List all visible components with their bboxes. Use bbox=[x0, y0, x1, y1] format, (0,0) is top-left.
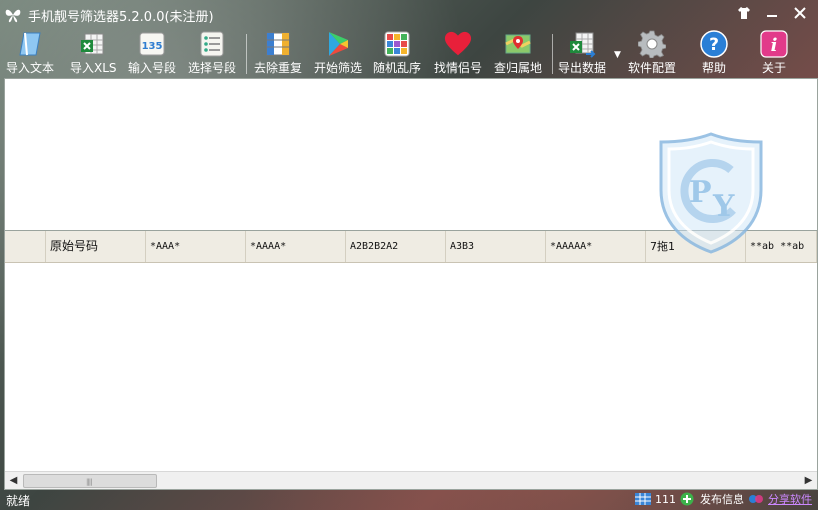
pcy-shield-watermark-icon: P Y bbox=[659, 132, 763, 254]
info-icon: i bbox=[760, 30, 788, 58]
import-text-label: 导入文本 bbox=[6, 61, 55, 75]
heart-icon bbox=[444, 30, 472, 58]
gear-icon bbox=[638, 30, 666, 58]
close-button[interactable] bbox=[792, 6, 808, 22]
find-couple-label: 找情侣号 bbox=[434, 61, 483, 75]
svg-text:?: ? bbox=[709, 35, 719, 55]
lookup-location-label: 查归属地 bbox=[494, 61, 543, 75]
grid-count-icon bbox=[635, 492, 651, 506]
toolbar-separator bbox=[552, 34, 553, 74]
scroll-right-arrow-icon[interactable]: ▶ bbox=[800, 472, 817, 489]
results-grid[interactable]: 原始号码 *AAA* *AAAA* A2B2B2A2 A3B3 *AAAAA* … bbox=[4, 230, 818, 490]
export-data-button[interactable]: 导出数据 bbox=[558, 30, 606, 78]
scrollbar-thumb[interactable]: |||| bbox=[23, 474, 157, 488]
publish-info-link[interactable]: 发布信息 bbox=[700, 491, 744, 507]
column-header-original-number[interactable]: 原始号码 bbox=[46, 231, 146, 262]
shuffle-button[interactable]: 随机乱序 bbox=[373, 30, 421, 78]
find-couple-button[interactable]: 找情侣号 bbox=[434, 30, 482, 78]
settings-label: 软件配置 bbox=[628, 61, 677, 75]
main-toolbar: 导入文本 导入XLS 135 输入号段 选择号段 去除重复 开始筛选 随机乱序 … bbox=[0, 30, 818, 78]
svg-text:i: i bbox=[771, 35, 778, 56]
svg-text:Y: Y bbox=[712, 189, 735, 224]
list-icon bbox=[198, 30, 226, 58]
status-text: 就绪 bbox=[6, 494, 31, 508]
start-filter-label: 开始筛选 bbox=[314, 61, 363, 75]
share-software-link[interactable]: 分享软件 bbox=[768, 491, 812, 507]
record-count: 111 bbox=[655, 492, 676, 506]
lookup-location-button[interactable]: 查归属地 bbox=[494, 30, 542, 78]
column-header-aaaa[interactable]: *AAAA* bbox=[246, 231, 346, 262]
help-icon: ? bbox=[700, 30, 728, 58]
select-segment-button[interactable]: 选择号段 bbox=[188, 30, 236, 78]
help-button[interactable]: ? 帮助 bbox=[700, 30, 728, 78]
column-header-aaaaa[interactable]: *AAAAA* bbox=[546, 231, 646, 262]
number-135-icon: 135 bbox=[138, 30, 166, 58]
notepad-icon bbox=[16, 30, 44, 58]
grid-row-header-corner bbox=[5, 231, 46, 262]
svg-text:P: P bbox=[689, 175, 712, 210]
shuffle-label: 随机乱序 bbox=[373, 61, 422, 75]
export-excel-icon bbox=[568, 30, 596, 58]
settings-button[interactable]: 软件配置 bbox=[628, 30, 676, 78]
status-bar: 就绪 111 发布信息 分享软件 bbox=[0, 488, 818, 510]
import-text-button[interactable]: 导入文本 bbox=[6, 30, 54, 78]
column-header-aaa[interactable]: *AAA* bbox=[146, 231, 246, 262]
about-label: 关于 bbox=[761, 61, 786, 75]
dedupe-label: 去除重复 bbox=[254, 61, 303, 75]
import-xls-button[interactable]: 导入XLS bbox=[70, 30, 117, 78]
svg-text:135: 135 bbox=[142, 41, 163, 52]
about-button[interactable]: i 关于 bbox=[760, 30, 788, 78]
start-filter-button[interactable]: 开始筛选 bbox=[314, 30, 362, 78]
add-publish-icon bbox=[680, 492, 696, 506]
help-label: 帮助 bbox=[701, 61, 726, 75]
grip-icon: |||| bbox=[86, 478, 93, 486]
butterfly-logo-icon bbox=[5, 9, 21, 23]
share-icon bbox=[748, 492, 764, 506]
play-icon bbox=[324, 30, 352, 58]
skin-shirt-icon[interactable] bbox=[736, 6, 752, 22]
export-dropdown-arrow-icon[interactable]: ▼ bbox=[614, 50, 621, 60]
excel-icon bbox=[79, 30, 107, 58]
column-header-a3b3[interactable]: A3B3 bbox=[446, 231, 546, 262]
horizontal-scrollbar[interactable]: ◀ |||| ▶ bbox=[5, 471, 817, 489]
select-segment-label: 选择号段 bbox=[188, 61, 237, 75]
map-icon bbox=[504, 30, 532, 58]
input-segment-button[interactable]: 135 输入号段 bbox=[128, 30, 176, 78]
input-segment-label: 输入号段 bbox=[128, 61, 177, 75]
shuffle-icon bbox=[383, 30, 411, 58]
scroll-left-arrow-icon[interactable]: ◀ bbox=[5, 472, 22, 489]
export-data-label: 导出数据 bbox=[558, 61, 607, 75]
toolbar-separator bbox=[246, 34, 247, 74]
title-bar: 手机靓号筛选器5.2.0.0(未注册) bbox=[0, 0, 818, 30]
import-xls-label: 导入XLS bbox=[70, 61, 117, 75]
dedupe-icon bbox=[264, 30, 292, 58]
column-header-a2b2b2a2[interactable]: A2B2B2A2 bbox=[346, 231, 446, 262]
window-title: 手机靓号筛选器5.2.0.0(未注册) bbox=[28, 9, 214, 25]
minimize-button[interactable] bbox=[764, 6, 780, 22]
dedupe-button[interactable]: 去除重复 bbox=[254, 30, 302, 78]
